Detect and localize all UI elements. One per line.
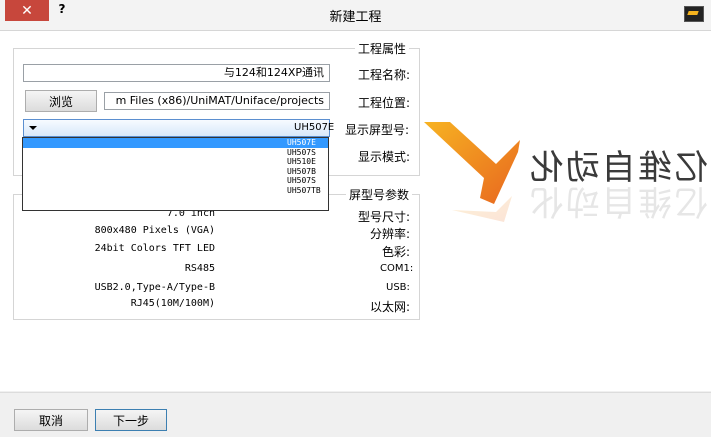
project-properties-legend: 工程属性: [355, 40, 410, 57]
project-location-input[interactable]: m Files (x86)/UniMAT/Uniface/projects: [104, 92, 330, 110]
title-bar: ✕ ? 新建工程: [0, 0, 711, 31]
browse-button[interactable]: 浏览: [25, 90, 97, 112]
next-button[interactable]: 下一步: [95, 409, 167, 431]
spec-label-resolution: 分辨率:: [370, 227, 411, 241]
spec-label-com1: COM1:: [380, 263, 414, 274]
spec-value-usb: USB2.0,Type-A/Type-B: [94, 282, 215, 293]
dropdown-option[interactable]: UH507S: [23, 176, 328, 186]
dropdown-option[interactable]: UH507E: [23, 138, 328, 148]
spec-label-ethernet: 以太网:: [370, 300, 411, 314]
display-model-label: 显示屏型号:: [345, 123, 410, 137]
display-model-select[interactable]: UH507E: [23, 119, 334, 137]
window-title: 新建工程: [329, 10, 382, 25]
spec-value-ethernet: RJ45(10M/100M): [130, 298, 215, 309]
display-model-selected: UH507E: [294, 122, 335, 133]
spec-value-color: 24bit Colors TFT LED: [94, 243, 215, 254]
screen-params-legend: 屏型号参数: [346, 186, 413, 203]
display-model-dropdown-list: UH507E UH507S UH510E UH507B UH507S UH507…: [22, 137, 329, 211]
project-name-label: 工程名称:: [358, 68, 411, 82]
dropdown-option[interactable]: UH507B: [23, 167, 328, 177]
spec-label-size: 型号尺寸:: [358, 210, 411, 224]
cancel-button[interactable]: 取消: [14, 409, 88, 431]
display-mode-label: 显示模式:: [358, 150, 411, 164]
project-location-label: 工程位置:: [358, 96, 411, 110]
spec-label-usb: USB:: [386, 282, 410, 293]
dropdown-option[interactable]: UH510E: [23, 157, 328, 167]
chevron-down-icon: [29, 126, 37, 130]
dropdown-option[interactable]: UH507S: [23, 148, 328, 158]
spec-value-resolution: 800x480 Pixels (VGA): [94, 225, 215, 236]
spec-value-com1: RS485: [184, 263, 215, 274]
logo-swoosh-shape: [424, 122, 520, 204]
dropdown-option[interactable]: UH507TB: [23, 186, 328, 196]
logo-swoosh-reflection: [452, 196, 512, 222]
app-logo-icon: [684, 6, 704, 22]
logo-text-reflection: 亿维自动化: [528, 181, 708, 221]
spec-label-color: 色彩:: [382, 245, 411, 259]
project-name-input[interactable]: 与124和124XP通讯: [23, 64, 330, 82]
